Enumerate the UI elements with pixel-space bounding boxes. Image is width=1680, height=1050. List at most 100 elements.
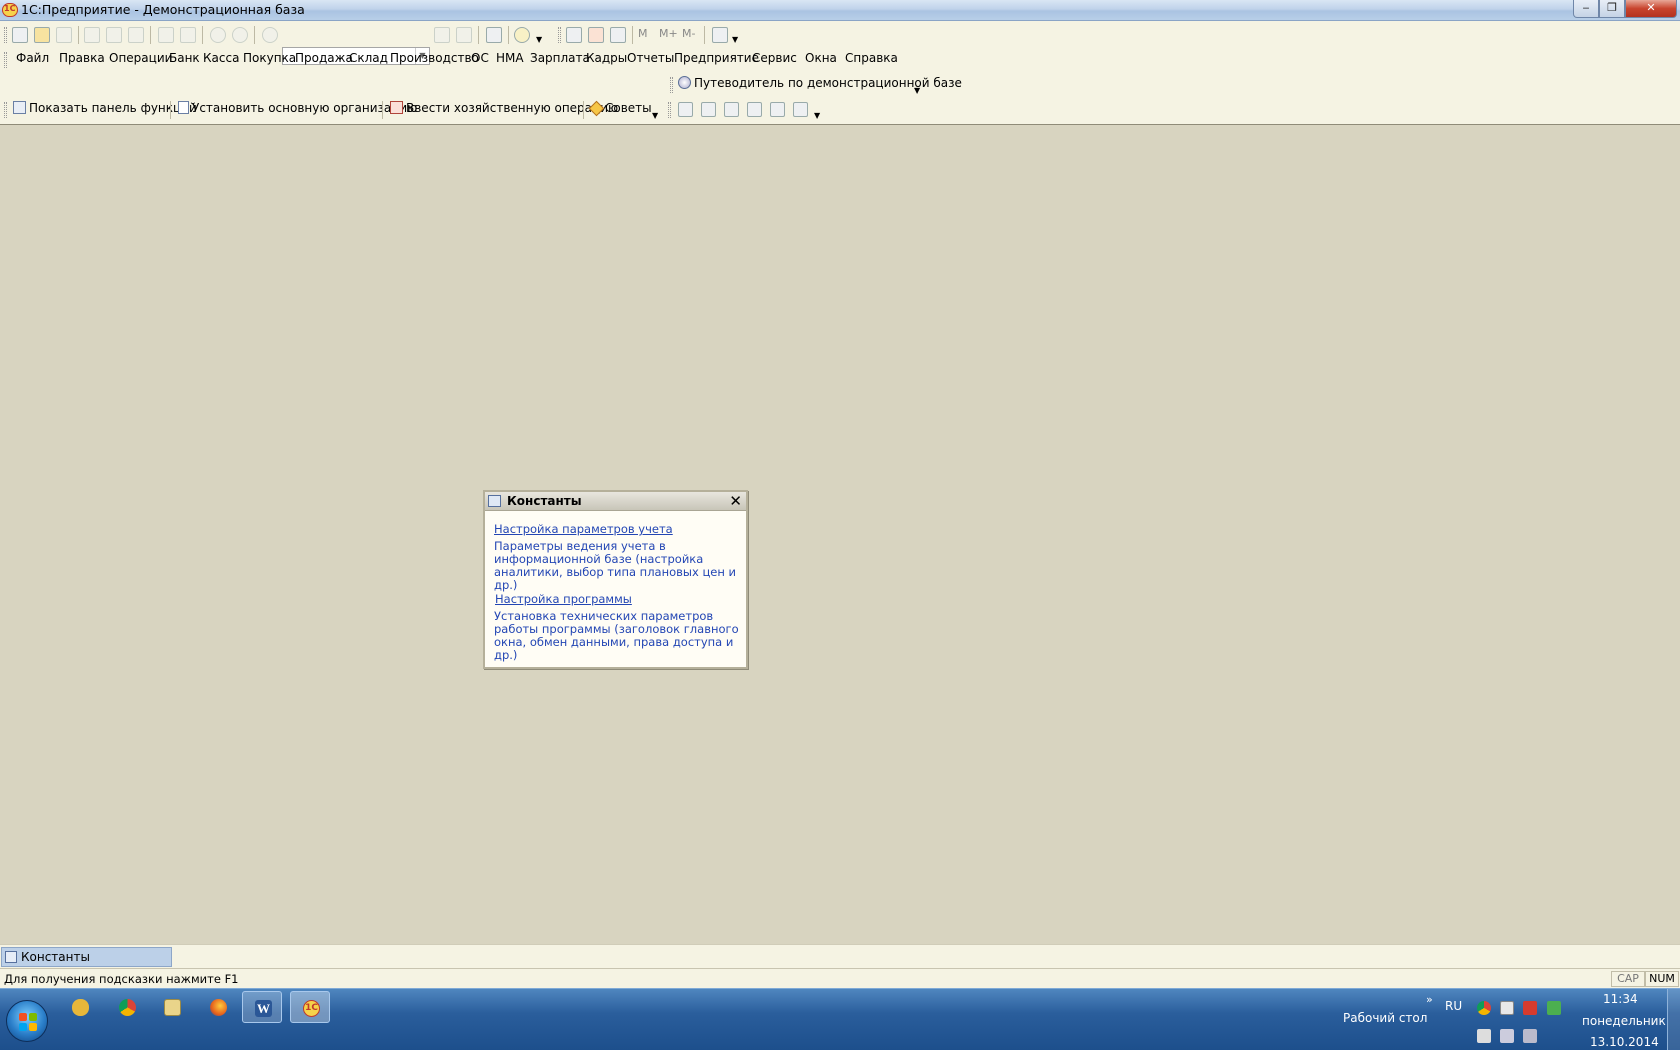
close-icon[interactable]: ✕	[729, 492, 742, 510]
menu-purchase[interactable]: Покупка	[243, 51, 296, 65]
contractors-icon[interactable]	[747, 102, 762, 117]
windows-logo-icon	[19, 1013, 37, 1031]
menu-sales[interactable]: Продажа	[295, 51, 353, 65]
minimize-button[interactable]: ‒	[1573, 0, 1599, 18]
calendar-icon[interactable]	[588, 27, 604, 43]
panel-icon	[13, 101, 26, 114]
chevron-down-icon[interactable]: ▼	[652, 111, 658, 120]
start-button[interactable]	[6, 1000, 48, 1042]
menu-operations[interactable]: Операции	[109, 51, 172, 65]
copy-icon[interactable]	[106, 27, 122, 43]
find-previous-icon[interactable]	[456, 27, 472, 43]
antivirus-tray-icon[interactable]	[1523, 1001, 1537, 1015]
memory-minus-button[interactable]: M-	[682, 27, 695, 40]
set-org-label: Установить основную организацию	[192, 101, 418, 115]
cut-icon[interactable]	[84, 27, 100, 43]
journal-icon[interactable]	[678, 102, 693, 117]
taskbar-app-1c[interactable]: 1С	[290, 991, 330, 1023]
menu-windows[interactable]: Окна	[805, 51, 837, 65]
menu-warehouse[interactable]: Склад	[349, 51, 388, 65]
print-preview-icon[interactable]	[180, 27, 196, 43]
toolbar-chevron[interactable]: »	[1426, 993, 1433, 1006]
print-icon[interactable]	[158, 27, 174, 43]
find-icon[interactable]	[262, 27, 278, 43]
toolbar-grip[interactable]	[668, 102, 671, 118]
menu-bank[interactable]: Банк	[169, 51, 200, 65]
close-window-button[interactable]: ✕	[1625, 0, 1677, 18]
users-icon[interactable]	[610, 27, 626, 43]
save-icon[interactable]	[56, 27, 72, 43]
menu-file[interactable]: Файл	[16, 51, 49, 65]
clock-time[interactable]: 11:34	[1603, 992, 1638, 1006]
toolbar-grip[interactable]	[670, 77, 673, 93]
open-folder-icon[interactable]	[34, 27, 50, 43]
find-next-icon[interactable]	[434, 27, 450, 43]
tools-icon[interactable]	[712, 27, 728, 43]
menu-salary[interactable]: Зарплата	[530, 51, 590, 65]
taskbar-app-chrome[interactable]	[107, 991, 147, 1023]
chevron-down-icon[interactable]: ▼	[536, 35, 542, 44]
registers-icon[interactable]	[701, 102, 716, 117]
constants-window-titlebar[interactable]: Константы ✕	[485, 492, 746, 511]
chevron-down-icon[interactable]: ▼	[914, 86, 920, 95]
constants-window: Константы ✕ Настройка параметров учета П…	[483, 490, 748, 669]
volume-tray-icon[interactable]	[1523, 1029, 1537, 1043]
info-icon[interactable]	[514, 27, 530, 43]
windows-list-icon[interactable]	[486, 27, 502, 43]
toolbar-separator	[150, 26, 151, 44]
menu-edit[interactable]: Правка	[59, 51, 105, 65]
maximize-button[interactable]: ❐	[1599, 0, 1625, 18]
flag-tray-icon[interactable]	[1477, 1029, 1491, 1043]
program-settings-link[interactable]: Настройка программы	[495, 592, 632, 606]
redo-icon[interactable]	[232, 27, 248, 43]
taskbar-app-firefox[interactable]	[198, 991, 238, 1023]
menu-production[interactable]: Производство	[390, 51, 479, 65]
toolbar-grip[interactable]	[4, 102, 7, 118]
chevron-down-icon[interactable]: ▼	[814, 111, 820, 120]
toolbar-separator	[254, 26, 255, 44]
clock-day[interactable]: понедельник	[1582, 1014, 1666, 1028]
new-document-icon[interactable]	[12, 27, 28, 43]
window-tab-constants[interactable]: Константы	[1, 947, 172, 967]
menu-intangibles[interactable]: НМА	[496, 51, 524, 65]
calculator-icon[interactable]	[566, 27, 582, 43]
chrome-tray-icon[interactable]	[1477, 1001, 1491, 1015]
menu-cash[interactable]: Касса	[203, 51, 239, 65]
apps-tray-icon[interactable]	[1500, 1001, 1514, 1015]
menu-personnel[interactable]: Кадры	[586, 51, 627, 65]
documents-icon[interactable]	[770, 102, 785, 117]
menu-help[interactable]: Справка	[845, 51, 898, 65]
desktop-toolbar-label[interactable]: Рабочий стол	[1343, 1011, 1427, 1025]
tips-label: Советы	[605, 101, 652, 115]
reports-icon[interactable]	[793, 102, 808, 117]
menu-enterprise[interactable]: Предприятие	[674, 51, 759, 65]
show-desktop-button[interactable]	[1667, 989, 1680, 1050]
clock-date[interactable]: 13.10.2014	[1590, 1035, 1659, 1049]
taskbar-app-archive[interactable]	[60, 991, 100, 1023]
tips-button[interactable]: Советы	[588, 100, 652, 117]
toolbar-grip[interactable]	[558, 27, 561, 43]
status-hint: Для получения подсказки нажмите F1	[4, 972, 239, 986]
menu-grip[interactable]	[4, 52, 7, 68]
toolbar-grip[interactable]	[4, 27, 7, 43]
folder-icon	[164, 999, 181, 1016]
accounting-parameters-description: Параметры ведения учета в информационной…	[494, 539, 737, 592]
security-tray-icon[interactable]	[1547, 1001, 1561, 1015]
accounts-icon[interactable]	[724, 102, 739, 117]
network-tray-icon[interactable]	[1500, 1029, 1514, 1043]
compass-icon	[678, 76, 691, 89]
memory-m-button[interactable]: M	[638, 27, 648, 40]
menu-fixed-assets[interactable]: ОС	[471, 51, 489, 65]
memory-plus-button[interactable]: M+	[659, 27, 678, 40]
taskbar-app-word[interactable]: W	[242, 991, 282, 1023]
constants-icon	[488, 495, 501, 507]
chevron-down-icon[interactable]: ▼	[732, 35, 738, 44]
taskbar-app-explorer[interactable]	[152, 991, 192, 1023]
menu-reports[interactable]: Отчеты	[627, 51, 674, 65]
undo-icon[interactable]	[210, 27, 226, 43]
language-indicator[interactable]: RU	[1445, 999, 1462, 1013]
menu-service[interactable]: Сервис	[752, 51, 797, 65]
accounting-parameters-link[interactable]: Настройка параметров учета	[494, 522, 673, 536]
toolbar-separator	[478, 26, 479, 44]
paste-icon[interactable]	[128, 27, 144, 43]
